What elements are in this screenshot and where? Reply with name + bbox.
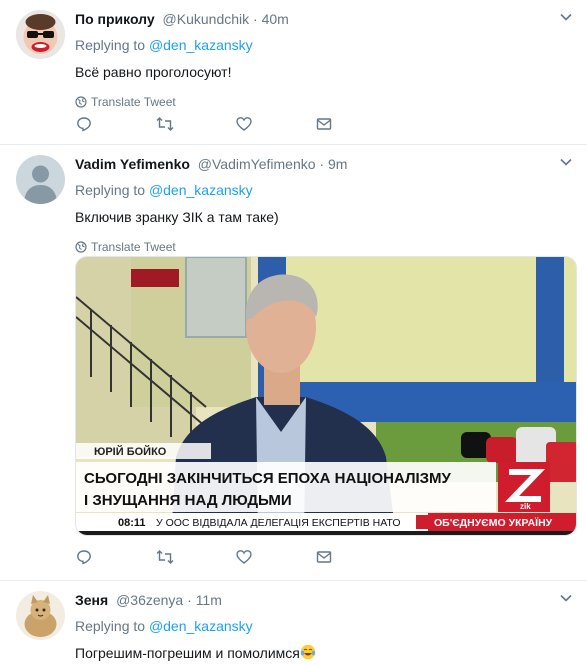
display-name[interactable]: Зеня xyxy=(75,592,108,608)
reply-mention-link[interactable]: @den_kazansky xyxy=(149,618,253,634)
user-handle[interactable]: @VadimYefimenko xyxy=(198,156,316,172)
tweet-text: Включив зранку ЗІК а там таке) xyxy=(75,209,279,225)
replying-to: Replying to @den_kazansky xyxy=(75,36,573,54)
like-button[interactable] xyxy=(236,548,316,566)
translate-tweet-button[interactable]: Translate Tweet xyxy=(75,239,573,255)
tweet-text: Всё равно проголосуют! xyxy=(75,64,232,80)
envelope-icon xyxy=(316,118,332,130)
reply-mention-link[interactable]: @den_kazansky xyxy=(149,182,253,198)
retweet-button[interactable] xyxy=(156,115,236,133)
reply-icon xyxy=(77,117,91,132)
ticker-text: У ООС ВІДВІДАЛА ДЕЛЕГАЦІЯ ЕКСПЕРТІВ НАТО xyxy=(156,517,401,529)
avatar[interactable] xyxy=(16,10,65,59)
timestamp[interactable]: 11m xyxy=(196,592,222,608)
tweet-header: По приколу @Kukundchik · 40m xyxy=(75,10,573,28)
display-name[interactable]: По приколу xyxy=(75,11,155,27)
globe-icon xyxy=(75,241,87,253)
translate-label: Translate Tweet xyxy=(91,240,176,254)
timestamp[interactable]: 40m xyxy=(262,11,289,27)
tweet-actions xyxy=(76,115,396,133)
tweet[interactable]: По приколу @Kukundchik · 40m Replying to… xyxy=(0,0,587,145)
heart-icon xyxy=(236,117,252,131)
tweet-text: Погрешим-погрешим и помолимся xyxy=(75,645,300,661)
user-avatar-icon xyxy=(16,10,65,59)
heart-icon xyxy=(236,550,252,564)
headline-line-2: І ЗНУЩАННЯ НАД ЛЮДЬМИ xyxy=(84,492,292,509)
tweet-media-image[interactable]: ЮРІЙ БОЙКО СЬОГОДНІ ЗАКІНЧИТЬСЯ ЕПОХА НА… xyxy=(75,256,577,536)
like-button[interactable] xyxy=(236,115,316,133)
headline-line-1: СЬОГОДНІ ЗАКІНЧИТЬСЯ ЕПОХА НАЦІОНАЛІЗМУ xyxy=(84,470,452,487)
translate-label: Translate Tweet xyxy=(91,95,176,109)
cat-avatar-icon xyxy=(16,591,65,640)
separator-dot: · xyxy=(187,592,192,608)
retweet-icon xyxy=(156,550,174,564)
retweet-icon xyxy=(156,117,174,131)
retweet-button[interactable] xyxy=(156,548,236,566)
direct-message-button[interactable] xyxy=(316,115,396,133)
replying-prefix: Replying to xyxy=(75,618,146,634)
default-avatar-icon xyxy=(16,155,65,204)
replying-to: Replying to @den_kazansky xyxy=(75,181,573,199)
avatar[interactable] xyxy=(16,591,65,640)
chevron-down-icon[interactable] xyxy=(559,591,573,605)
timestamp[interactable]: 9m xyxy=(328,156,347,172)
tweet[interactable]: Зеня @36zenya · 11m Replying to @den_kaz… xyxy=(0,581,587,666)
channel-logo-text: zik xyxy=(520,502,531,511)
tv-news-frame: ЮРІЙ БОЙКО СЬОГОДНІ ЗАКІНЧИТЬСЯ ЕПОХА НА… xyxy=(76,257,576,535)
avatar[interactable] xyxy=(16,155,65,204)
replying-prefix: Replying to xyxy=(75,182,146,198)
ticker-time: 08:11 xyxy=(118,517,146,529)
chevron-down-icon[interactable] xyxy=(559,155,573,169)
caption-name: ЮРІЙ БОЙКО xyxy=(94,445,167,458)
translate-tweet-button[interactable]: Translate Tweet xyxy=(75,94,573,110)
tweet-text-container: Погрешим-погрешим и помолимся xyxy=(75,643,573,663)
replying-to: Replying to @den_kazansky xyxy=(75,617,573,635)
chevron-down-icon[interactable] xyxy=(559,10,573,24)
reply-button[interactable] xyxy=(76,548,156,566)
tears-of-joy-emoji-icon xyxy=(300,644,316,660)
tweet[interactable]: Vadim Yefimenko @VadimYefimenko · 9m Rep… xyxy=(0,145,587,581)
tweet-actions xyxy=(76,548,396,566)
reply-icon xyxy=(77,550,91,565)
reply-mention-link[interactable]: @den_kazansky xyxy=(149,37,253,53)
direct-message-button[interactable] xyxy=(316,548,396,566)
ticker-slogan: ОБ'ЄДНУЄМО УКРАЇНУ xyxy=(434,516,553,529)
separator-dot: · xyxy=(319,156,325,172)
globe-icon xyxy=(75,96,87,108)
tweet-header: Vadim Yefimenko @VadimYefimenko · 9m xyxy=(75,155,573,173)
envelope-icon xyxy=(316,551,332,563)
tweet-header: Зеня @36zenya · 11m xyxy=(75,591,573,609)
separator-dot: · xyxy=(253,11,258,27)
reply-button[interactable] xyxy=(76,115,156,133)
replying-prefix: Replying to xyxy=(75,37,146,53)
display-name[interactable]: Vadim Yefimenko xyxy=(75,156,190,172)
user-handle[interactable]: @Kukundchik xyxy=(163,11,250,27)
user-handle[interactable]: @36zenya xyxy=(116,592,183,608)
